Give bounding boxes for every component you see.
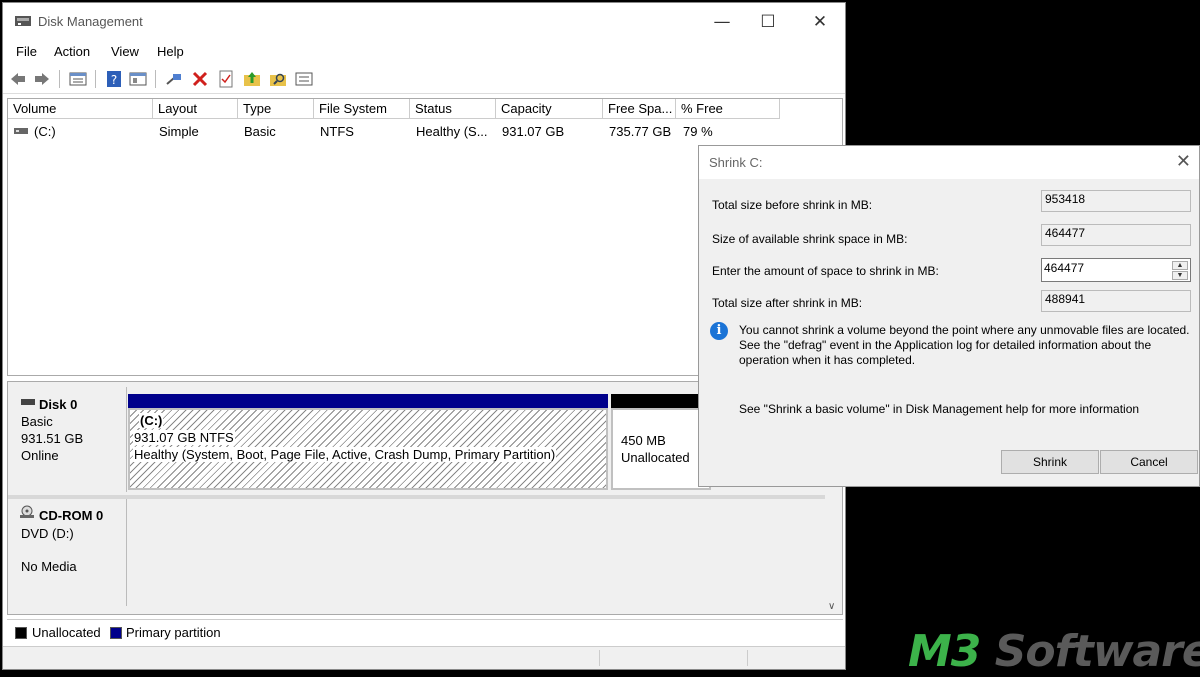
- column-header-free-space[interactable]: Free Spa...: [603, 99, 676, 119]
- forward-icon[interactable]: [33, 70, 51, 88]
- m3-software-watermark: M3 Software: [908, 628, 1200, 676]
- available-space-field: 464477: [1041, 224, 1191, 246]
- disk0-status: Online: [21, 448, 59, 463]
- volume-layout: Simple: [159, 124, 199, 139]
- status-divider: [747, 650, 748, 666]
- legend-unallocated: Unallocated: [32, 625, 101, 640]
- delete-icon[interactable]: [191, 70, 209, 88]
- partition-c[interactable]: (C:) 931.07 GB NTFS Healthy (System, Boo…: [128, 408, 608, 490]
- unallocated-status: Unallocated: [621, 450, 690, 465]
- properties-icon[interactable]: [129, 70, 147, 88]
- volume-capacity: 931.07 GB: [502, 124, 565, 139]
- checklist-icon[interactable]: [217, 70, 235, 88]
- available-space-label: Size of available shrink space in MB:: [712, 232, 908, 246]
- menu-help[interactable]: Help: [157, 44, 184, 59]
- dialog-title: Shrink C:: [709, 155, 763, 170]
- column-header-file-system[interactable]: File System: [314, 99, 410, 119]
- shrink-amount-label: Enter the amount of space to shrink in M…: [712, 264, 939, 278]
- info-line-3: operation when it has completed.: [739, 353, 916, 367]
- info-icon: i: [710, 322, 728, 340]
- shrink-amount-stepper[interactable]: ▲ ▼: [1041, 258, 1191, 282]
- total-after-field: 488941: [1041, 290, 1191, 312]
- info-line-2: See the "defrag" event in the Applicatio…: [739, 338, 1152, 352]
- window-title: Disk Management: [38, 14, 143, 29]
- partition-c-label: (C:): [139, 413, 164, 428]
- column-header-volume[interactable]: Volume: [8, 99, 153, 119]
- volume-status: Healthy (S...: [416, 124, 488, 139]
- disk-row-separator: [8, 495, 842, 499]
- disk-icon: [21, 399, 35, 405]
- total-before-field: 953418: [1041, 190, 1191, 212]
- shrink-amount-input[interactable]: [1044, 261, 1164, 275]
- folder-up-icon[interactable]: [243, 70, 261, 88]
- disk-list-icon[interactable]: [69, 70, 87, 88]
- total-after-label: Total size after shrink in MB:: [712, 296, 863, 310]
- watermark-m3: M3: [908, 626, 981, 677]
- cdrom0-drive: DVD (D:): [21, 526, 74, 541]
- spin-down-icon[interactable]: ▼: [1172, 271, 1188, 280]
- search-folder-icon[interactable]: [269, 70, 287, 88]
- status-bar: [3, 646, 845, 669]
- dialog-close-icon[interactable]: ✕: [1176, 151, 1191, 172]
- status-divider: [599, 650, 600, 666]
- cancel-button[interactable]: Cancel: [1100, 450, 1198, 474]
- drive-icon: [14, 128, 28, 134]
- menu-view[interactable]: View: [111, 44, 139, 59]
- primary-partition-band: [128, 394, 608, 408]
- close-button[interactable]: ✕: [797, 9, 843, 35]
- cdrom0-name: CD-ROM 0: [39, 508, 104, 523]
- shrink-dialog: Shrink C: ✕ Total size before shrink in …: [698, 145, 1200, 487]
- dialog-title-bar[interactable]: Shrink C: ✕: [699, 146, 1199, 179]
- volume-percent-free: 79 %: [683, 124, 713, 139]
- svg-text:?: ?: [111, 73, 117, 87]
- scroll-down-icon[interactable]: ∨: [828, 601, 835, 612]
- volume-free-space: 735.77 GB: [609, 124, 672, 139]
- column-header-type[interactable]: Type: [238, 99, 314, 119]
- volume-file-system: NTFS: [320, 124, 354, 139]
- info-line-1: You cannot shrink a volume beyond the po…: [739, 323, 1190, 337]
- toolbar: ?: [3, 65, 845, 94]
- cdrom0-status: No Media: [21, 559, 77, 574]
- toolbar-separator: [155, 70, 156, 88]
- legend-swatch-unallocated: [15, 627, 27, 639]
- partition-unallocated[interactable]: 450 MB Unallocated: [611, 408, 711, 490]
- toolbar-separator: [95, 70, 96, 88]
- minimize-button[interactable]: —: [699, 9, 745, 35]
- volume-name: (C:): [34, 124, 56, 139]
- disk0-name: Disk 0: [39, 397, 78, 412]
- menu-file[interactable]: File: [16, 44, 37, 59]
- legend-primary-partition: Primary partition: [126, 625, 221, 640]
- disk-management-app-icon: [15, 16, 31, 26]
- disk0-label[interactable]: Disk 0 Basic 931.51 GB Online: [10, 387, 127, 492]
- back-icon[interactable]: [9, 70, 27, 88]
- spin-up-icon[interactable]: ▲: [1172, 261, 1188, 270]
- menu-bar: File Action View Help: [3, 41, 845, 63]
- unallocated-size: 450 MB: [621, 433, 666, 448]
- shrink-button[interactable]: Shrink: [1001, 450, 1099, 474]
- connect-icon[interactable]: [165, 70, 183, 88]
- column-header-status[interactable]: Status: [410, 99, 496, 119]
- volume-type: Basic: [244, 124, 276, 139]
- legend-swatch-primary: [110, 627, 122, 639]
- maximize-button[interactable]: ☐: [745, 9, 791, 35]
- toolbar-separator: [59, 70, 60, 88]
- column-header-layout[interactable]: Layout: [153, 99, 238, 119]
- cdrom0-label[interactable]: CD-ROM 0 DVD (D:) No Media: [10, 499, 127, 606]
- legend: Unallocated Primary partition: [7, 619, 843, 644]
- settings-icon[interactable]: [295, 70, 313, 88]
- watermark-software: Software: [980, 626, 1200, 677]
- disk0-size: 931.51 GB: [21, 431, 84, 446]
- total-before-label: Total size before shrink in MB:: [712, 198, 873, 212]
- title-bar[interactable]: Disk Management — ☐ ✕: [3, 3, 845, 39]
- partition-c-status: Healthy (System, Boot, Page File, Active…: [133, 447, 557, 462]
- unallocated-band: [611, 394, 711, 408]
- help-text: See "Shrink a basic volume" in Disk Mana…: [739, 402, 1140, 416]
- partition-c-size: 931.07 GB NTFS: [133, 430, 235, 445]
- column-header-percent-free[interactable]: % Free: [676, 99, 780, 119]
- disk0-type: Basic: [21, 414, 53, 429]
- menu-action[interactable]: Action: [54, 44, 90, 59]
- cdrom-icon: [20, 505, 34, 518]
- help-icon[interactable]: ?: [105, 70, 123, 88]
- column-header-capacity[interactable]: Capacity: [496, 99, 603, 119]
